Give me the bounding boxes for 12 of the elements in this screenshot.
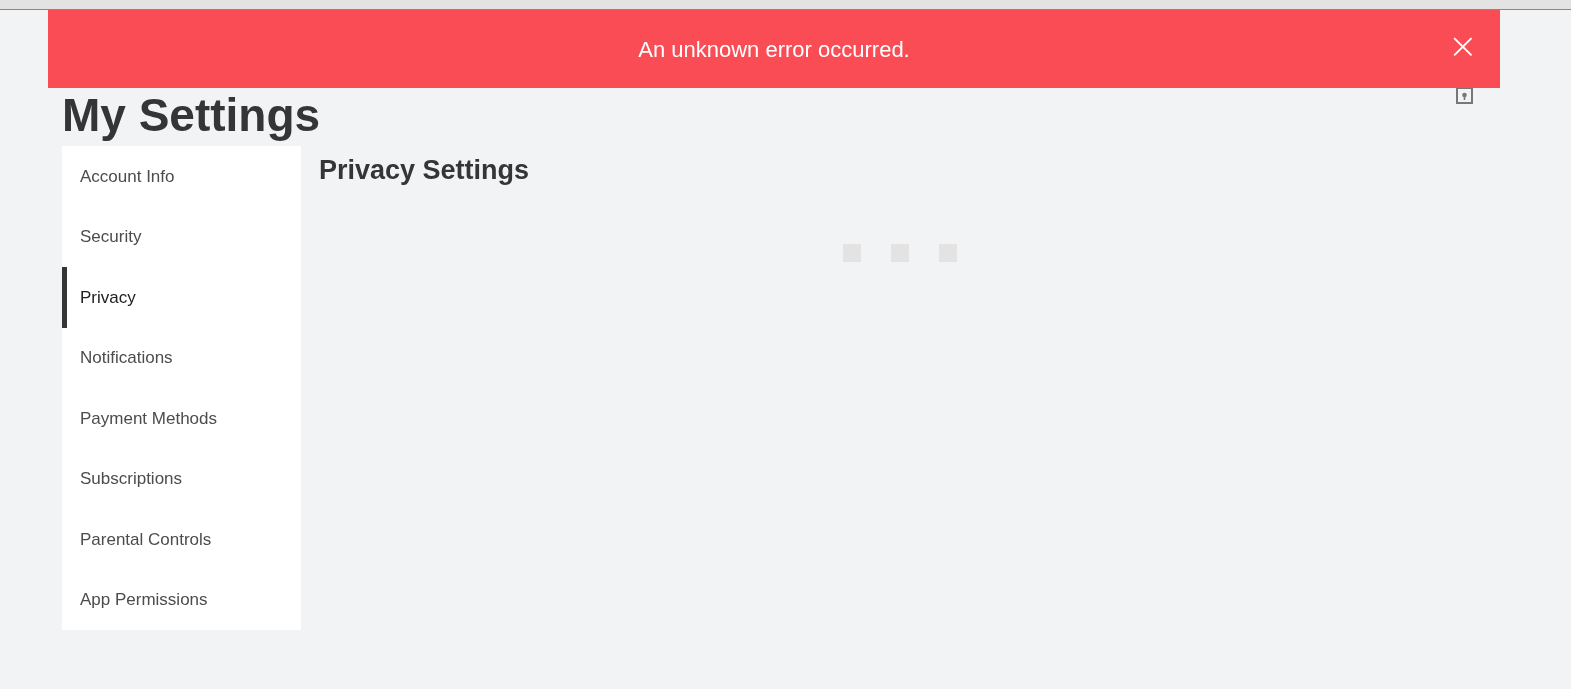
lock-icon	[1456, 87, 1473, 104]
sidebar-item[interactable]: Subscriptions	[62, 448, 301, 509]
sidebar-item[interactable]: Notifications	[62, 327, 301, 388]
page-title: My Settings	[62, 90, 321, 140]
error-message: An unknown error occurred.	[638, 35, 910, 64]
sidebar-item[interactable]: Account Info	[62, 146, 301, 207]
section-title: Privacy Settings	[319, 154, 531, 187]
sidebar-item[interactable]: Parental Controls	[62, 509, 301, 570]
sidebar-item[interactable]: Security	[62, 206, 301, 267]
sidebar-item[interactable]: Privacy	[62, 267, 301, 328]
sidebar-item[interactable]: Payment Methods	[62, 388, 301, 449]
sidebar-item[interactable]: App Permissions	[62, 569, 301, 630]
